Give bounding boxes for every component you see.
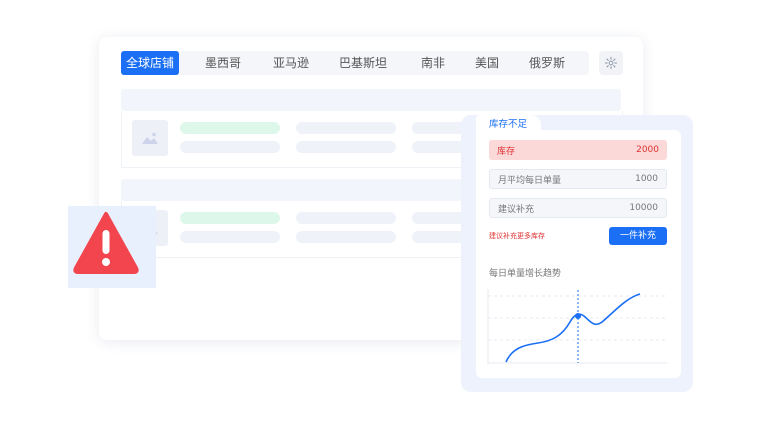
placeholder-bar [296, 141, 396, 153]
tab-russia[interactable]: 俄罗斯 [517, 51, 577, 75]
gear-icon [604, 56, 618, 70]
tab-amazon[interactable]: 亚马逊 [261, 51, 321, 75]
placeholder-bar [180, 231, 280, 243]
trend-line [505, 293, 641, 363]
store-tabbar: 全球店铺 墨西哥 亚马逊 巴基斯坦 南非 美国 俄罗斯 [121, 51, 589, 75]
alert-badge [68, 206, 156, 288]
monthly-avg-label: 月平均每日单量 [498, 175, 562, 186]
tab-low-stock[interactable]: 库存不足 [476, 115, 541, 133]
suggested-field[interactable]: 建议补充 10000 [489, 198, 667, 218]
image-placeholder-icon [142, 132, 158, 144]
table-row-header [121, 89, 621, 111]
placeholder-bar [296, 122, 396, 134]
placeholder-bar [296, 231, 396, 243]
chart-title: 每日单量增长趋势 [489, 269, 562, 279]
settings-button[interactable] [599, 51, 623, 75]
tab-global-store[interactable]: 全球店铺 [121, 51, 179, 75]
trend-chart [487, 289, 667, 364]
tab-mexico[interactable]: 墨西哥 [193, 51, 253, 75]
one-click-restock-button[interactable]: 一件补充 [609, 227, 667, 245]
monthly-avg-field[interactable]: 月平均每日单量 1000 [489, 169, 667, 189]
placeholder-bar [180, 122, 280, 134]
stock-label: 库存 [497, 146, 516, 157]
stock-value: 2000 [636, 145, 659, 155]
chart-point[interactable] [575, 313, 581, 319]
suggested-value: 10000 [629, 203, 658, 213]
tab-pakistan[interactable]: 巴基斯坦 [329, 51, 397, 75]
product-thumbnail [132, 120, 168, 156]
placeholder-bar [180, 212, 280, 224]
stock-field: 库存 2000 [489, 140, 667, 160]
placeholder-bar [296, 212, 396, 224]
tab-south-africa[interactable]: 南非 [411, 51, 455, 75]
monthly-avg-value: 1000 [635, 174, 658, 184]
restock-hint: 建议补充更多库存 [489, 232, 545, 240]
suggested-label: 建议补充 [498, 204, 535, 215]
placeholder-bar [180, 141, 280, 153]
warning-icon [73, 212, 139, 274]
tab-usa[interactable]: 美国 [465, 51, 509, 75]
